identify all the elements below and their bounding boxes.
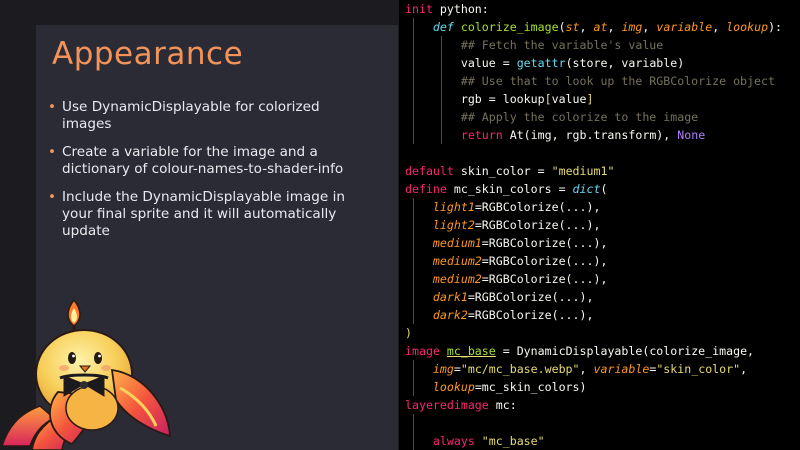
code-line: dark1=RGBColorize(...), (432, 290, 594, 304)
code-line: default skin_color = "medium1" (405, 164, 615, 178)
bullet-item: • Use DynamicDisplayable for colorized im… (48, 99, 348, 133)
code-line: return At(img, rgb.transform), None (460, 128, 706, 142)
code-line: light2=RGBColorize(...), (432, 218, 601, 232)
code-line: img="mc/mc_base.webp", variable="skin_co… (432, 362, 748, 376)
bullet-text: Include the DynamicDisplayable image in … (62, 189, 345, 239)
slide-title: Appearance (52, 36, 244, 72)
code-line: layeredimage mc: (405, 398, 517, 412)
code-line: medium2=RGBColorize(...), (432, 254, 608, 268)
code-line: ## Apply the colorize to the image (460, 110, 699, 124)
code-line: medium1=RGBColorize(...), (432, 236, 608, 250)
bullet-item: • Include the DynamicDisplayable image in… (48, 189, 348, 240)
code-line: lookup=mc_skin_colors) (432, 380, 587, 394)
bullet-dot-icon: • (48, 144, 57, 160)
code-line: define mc_skin_colors = dict( (405, 182, 608, 196)
bullet-item: • Create a variable for the image and a d… (48, 144, 348, 178)
bullet-dot-icon: • (48, 189, 57, 205)
bullet-text: Use DynamicDisplayable for colorized ima… (62, 99, 320, 132)
code-content: init python: def colorize_image(st, at, … (405, 0, 782, 450)
bullet-dot-icon: • (48, 99, 57, 115)
code-line: ) (405, 326, 412, 340)
candle-bird-mascot (0, 298, 171, 450)
code-line: value = getattr(store, variable) (460, 56, 685, 70)
code-line: light1=RGBColorize(...), (432, 200, 601, 214)
code-editor[interactable]: init python: def colorize_image(st, at, … (399, 0, 800, 450)
code-line: ## Fetch the variable's value (460, 38, 664, 52)
code-line: init python: (405, 2, 489, 16)
code-line: image mc_base = DynamicDisplayable(color… (405, 344, 755, 358)
code-line: always "mc_base" (432, 434, 545, 448)
code-line: dark2=RGBColorize(...), (432, 308, 594, 322)
code-line: medium2=RGBColorize(...), (432, 272, 608, 286)
code-line: def colorize_image(st, at, img, variable… (432, 20, 783, 34)
code-line: ## Use that to look up the RGBColorize o… (460, 74, 775, 88)
bullet-text: Create a variable for the image and a di… (62, 144, 344, 177)
code-line: rgb = lookup[value] (460, 92, 594, 106)
bullet-list: • Use DynamicDisplayable for colorized im… (48, 99, 348, 251)
